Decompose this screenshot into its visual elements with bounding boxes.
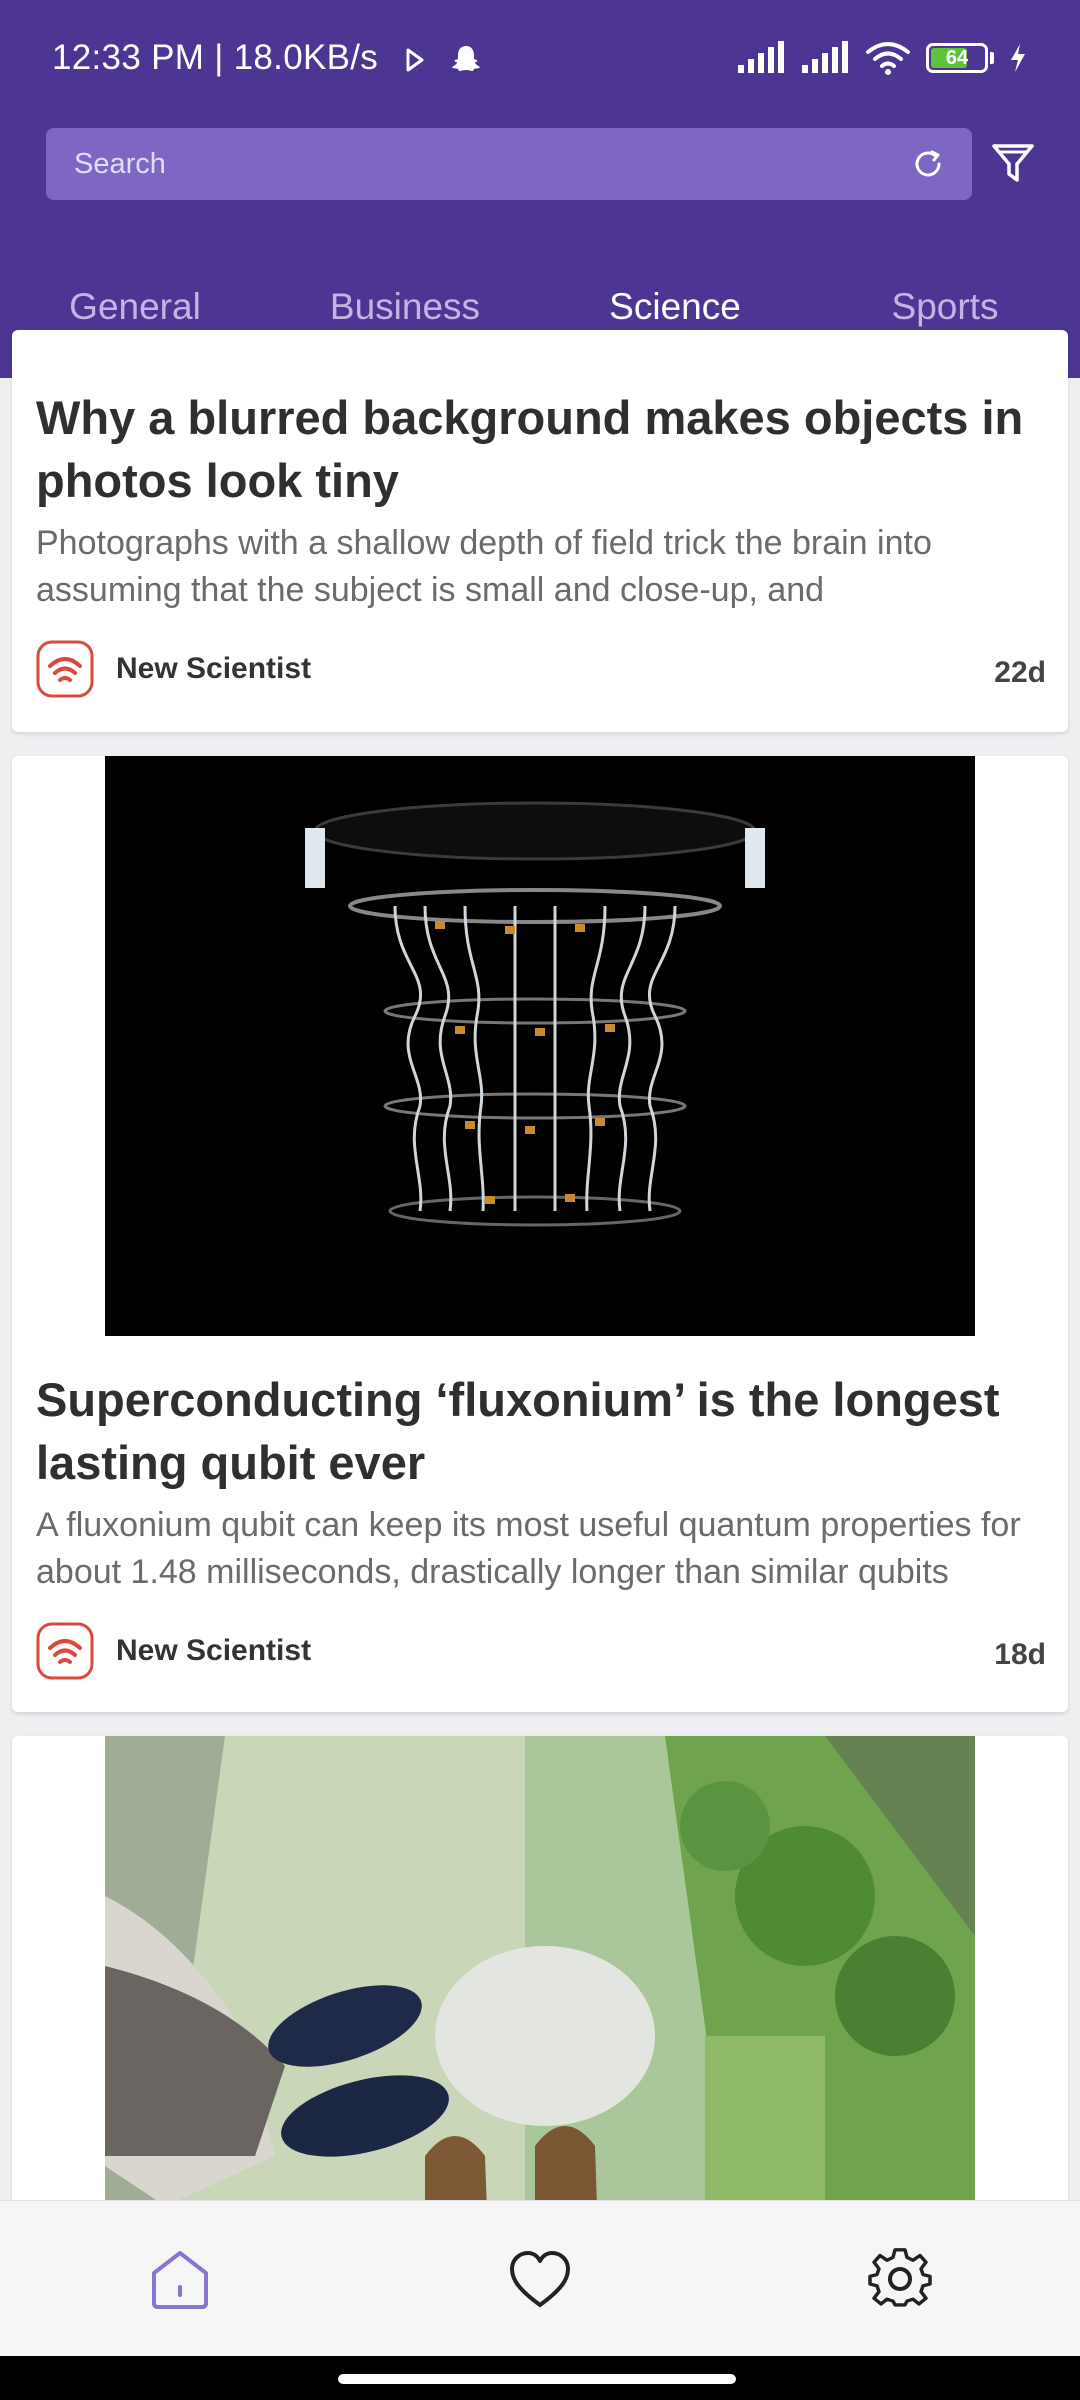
article-card[interactable]	[12, 1736, 1068, 2256]
article-card[interactable]: Why a blurred background makes objects i…	[12, 330, 1068, 732]
system-gesture-bar	[0, 2356, 1080, 2400]
article-image	[105, 1736, 975, 2256]
battery-icon: 64	[926, 43, 988, 73]
article-title: Why a blurred background makes objects i…	[36, 391, 1024, 507]
filter-icon[interactable]	[990, 140, 1036, 186]
play-notification-icon	[406, 48, 424, 72]
signal-icon	[802, 41, 848, 73]
wifi-icon	[866, 42, 910, 75]
nav-home-button[interactable]	[90, 2201, 270, 2357]
app-header: 12:33 PM | 18.0KB/s 64 Search General Bu…	[0, 0, 1080, 378]
rss-icon	[36, 1622, 94, 1680]
source-name: New Scientist	[116, 652, 312, 685]
status-notification-icons	[404, 42, 484, 78]
article-description: A fluxonium qubit can keep its most usef…	[36, 1506, 1021, 1591]
article-source: New Scientist	[36, 640, 311, 698]
search-bar[interactable]	[46, 128, 972, 200]
article-image	[105, 756, 975, 1336]
rss-icon	[36, 640, 94, 698]
signal-icon	[738, 41, 784, 73]
home-gesture-handle[interactable]	[338, 2374, 736, 2384]
home-icon	[152, 2251, 208, 2309]
search-input[interactable]	[74, 128, 894, 200]
source-name: New Scientist	[116, 1634, 312, 1667]
article-card[interactable]: Superconducting ‘fluxonium’ is the longe…	[12, 756, 1068, 1712]
article-description: Photographs with a shallow depth of fiel…	[36, 524, 932, 609]
battery-percent: 64	[945, 46, 969, 69]
article-title: Superconducting ‘fluxonium’ is the longe…	[36, 1373, 1000, 1489]
nav-settings-button[interactable]	[810, 2201, 990, 2357]
bottom-navigation	[0, 2200, 1080, 2357]
status-system-icons: 64	[736, 40, 1028, 76]
article-source: New Scientist	[36, 1622, 311, 1680]
heart-icon	[510, 2251, 570, 2307]
nav-favorites-button[interactable]	[450, 2201, 630, 2357]
refresh-icon[interactable]	[910, 146, 946, 182]
snapchat-icon	[452, 46, 480, 71]
gear-icon	[868, 2248, 932, 2307]
battery-cap	[990, 52, 994, 64]
charging-icon	[1011, 44, 1025, 72]
status-bar: 12:33 PM | 18.0KB/s 64	[0, 0, 1080, 120]
article-age: 18d	[994, 1638, 1046, 1671]
article-age: 22d	[994, 656, 1046, 689]
status-time-speed: 12:33 PM | 18.0KB/s	[52, 38, 379, 77]
